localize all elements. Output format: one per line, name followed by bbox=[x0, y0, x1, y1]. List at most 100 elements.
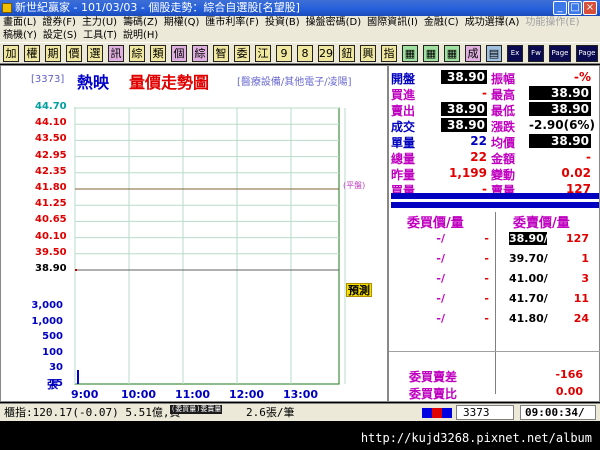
bid-price: -/ bbox=[436, 272, 445, 285]
album-url: http://kujd3268.pixnet.net/album bbox=[360, 431, 592, 445]
ask-qty: 24 bbox=[573, 312, 589, 325]
menu-item[interactable]: 操盤密碼(D) bbox=[306, 17, 362, 28]
toolbar-button[interactable]: 9 bbox=[276, 45, 292, 62]
ask-qty: 11 bbox=[573, 292, 589, 305]
volume-tick-label: 500 bbox=[42, 331, 63, 342]
price-tick-label: 43.50 bbox=[35, 133, 67, 145]
bid-header: 委買價/量 bbox=[407, 216, 464, 231]
volume-overlay-label: (委買量)委賣量 bbox=[170, 405, 223, 414]
toolbar-button[interactable]: 成 bbox=[465, 45, 481, 62]
menu-item[interactable]: 工具(T) bbox=[83, 30, 117, 41]
quote-value: 0.02 bbox=[561, 166, 591, 180]
menu-item[interactable]: 籌碼(Z) bbox=[123, 17, 158, 28]
toolbar-button[interactable]: 指 bbox=[381, 45, 397, 62]
quote-value: 38.90 bbox=[441, 102, 487, 116]
menu-item[interactable]: 金融(C) bbox=[424, 17, 459, 28]
toolbar-button[interactable]: Page bbox=[576, 45, 598, 62]
price-tick-label: 41.25 bbox=[35, 198, 67, 210]
forecast-marker[interactable]: 預測 bbox=[346, 283, 372, 297]
toolbar-button[interactable]: ▦ bbox=[402, 45, 418, 62]
toolbar-button[interactable]: 類 bbox=[150, 45, 166, 62]
ask-price: 41.00/ bbox=[509, 272, 548, 285]
toolbar-button[interactable]: ▦ bbox=[423, 45, 439, 62]
toolbar-button[interactable]: 權 bbox=[24, 45, 40, 62]
menu-item[interactable]: 設定(S) bbox=[43, 30, 77, 41]
toolbar-button[interactable]: 綜 bbox=[129, 45, 145, 62]
toolbar-button[interactable]: ▦ bbox=[444, 45, 460, 62]
ask-qty: 3 bbox=[581, 272, 589, 285]
toolbar-button[interactable]: 個 bbox=[171, 45, 187, 62]
toolbar-button[interactable]: Fw bbox=[528, 45, 544, 62]
menu-item[interactable]: 國際資訊(I) bbox=[367, 17, 418, 28]
menu-item[interactable]: 說明(H) bbox=[123, 30, 158, 41]
toolbar-button[interactable]: 訊 bbox=[108, 45, 124, 62]
bid-ask-diff-value: -166 bbox=[555, 368, 583, 381]
toolbar: 加權期價選訊綜類個綜智委江 9 8 29 鈕興指 ▦ ▦ ▦ 成 ▤ Ex Fw Page Page bbox=[0, 42, 600, 64]
price-tick-label: 38.90 bbox=[35, 263, 67, 274]
toolbar-button[interactable]: ▤ bbox=[486, 45, 502, 62]
status-bar: 櫃指:120.17(-0.07) 5.51億,買 (委買量)委賣量 2.6張/筆… bbox=[0, 403, 600, 421]
flat-price-label: (平盤) bbox=[343, 181, 366, 190]
toolbar-button[interactable]: Ex bbox=[507, 45, 523, 62]
toolbar-button[interactable]: 綜 bbox=[192, 45, 208, 62]
quote-value: - bbox=[586, 150, 591, 164]
plot-frame bbox=[74, 107, 340, 385]
toolbar-button[interactable]: 價 bbox=[66, 45, 82, 62]
price-tick-label: 40.10 bbox=[35, 230, 67, 242]
menu-item[interactable]: 投資(B) bbox=[265, 17, 300, 28]
bid-ask-diff-label: 委買賣差 bbox=[409, 370, 458, 384]
bid-ask-ratio-label: 委買賣比 bbox=[409, 387, 458, 401]
bid-price: -/ bbox=[436, 312, 445, 325]
quote-label: 買進 bbox=[391, 88, 416, 102]
menu-row-secondary: 稿機(Y) 設定(S) 工具(T) 說明(H) bbox=[3, 29, 164, 42]
clock-display: 09:00:34/ bbox=[520, 405, 596, 420]
toolbar-button[interactable]: 期 bbox=[45, 45, 61, 62]
menu-item[interactable]: 功能操作(E) bbox=[525, 17, 579, 28]
price-tick-label: 44.70 bbox=[35, 101, 67, 112]
close-button[interactable]: × bbox=[583, 1, 597, 15]
quote-label: 最低 bbox=[491, 104, 516, 118]
time-tick-label: 13:00 bbox=[283, 388, 319, 401]
toolbar-button[interactable]: 8 bbox=[297, 45, 313, 62]
time-tick-label: 9:00 bbox=[71, 388, 99, 401]
toolbar-button[interactable]: 29 bbox=[318, 45, 334, 62]
toolbar-button[interactable]: 加 bbox=[3, 45, 19, 62]
toolbar-button[interactable]: 興 bbox=[360, 45, 376, 62]
volume-unit-label: 張 bbox=[47, 378, 58, 391]
menu-item[interactable]: 稿機(Y) bbox=[3, 30, 37, 41]
bid-price: -/ bbox=[436, 232, 445, 245]
menu-item[interactable]: 期權(Q) bbox=[164, 17, 200, 28]
menu-item[interactable]: 匯市利率(F) bbox=[205, 17, 259, 28]
bid-qty: - bbox=[484, 232, 489, 245]
price-tick-label: 42.95 bbox=[35, 149, 67, 161]
minimize-button[interactable]: _ bbox=[553, 1, 567, 15]
volume-bar bbox=[77, 370, 79, 384]
toolbar-button[interactable]: 智 bbox=[213, 45, 229, 62]
status-indicator bbox=[442, 408, 452, 418]
toolbar-button[interactable]: 鈕 bbox=[339, 45, 355, 62]
chart-pane: [3373] 熱映 量價走勢圖 [醫療設備/其他電子/凌陽] 44.70 44.1… bbox=[0, 65, 388, 402]
quote-value: 38.90 bbox=[441, 70, 487, 84]
menu-item[interactable]: 畫面(L) bbox=[3, 17, 36, 28]
toolbar-button[interactable]: 委 bbox=[234, 45, 250, 62]
menu-item[interactable]: 證券(F) bbox=[42, 17, 76, 28]
menu-item[interactable]: 成功選擇(A) bbox=[465, 17, 520, 28]
menu-bar: 畫面(L) 證券(F) 主力(U) 籌碼(Z) 期權(Q) 匯市利率(F) 投資(B) 操盤密… bbox=[0, 16, 600, 42]
volume-tick-label: 1,000 bbox=[31, 315, 63, 327]
menu-row-main: 畫面(L) 證券(F) 主力(U) 籌碼(Z) 期權(Q) 匯市利率(F) 投資(B) 操盤密… bbox=[3, 16, 586, 29]
bid-price: -/ bbox=[436, 292, 445, 305]
stock-code-input[interactable]: 3373 bbox=[456, 405, 514, 420]
toolbar-button[interactable]: Page bbox=[549, 45, 571, 62]
quote-value: -% bbox=[573, 70, 591, 84]
volume-tick-label: 100 bbox=[42, 346, 63, 358]
menu-item[interactable]: 主力(U) bbox=[82, 17, 117, 28]
toolbar-button[interactable]: 選 bbox=[87, 45, 103, 62]
window-title: 新世紀贏家 - 101/03/03 - 個股走勢：綜合自選股[名望股] bbox=[15, 1, 300, 14]
toolbar-button[interactable]: 江 bbox=[255, 45, 271, 62]
per-trade-status: 2.6張/筆 bbox=[246, 406, 295, 419]
maximize-button[interactable]: □ bbox=[568, 1, 582, 15]
price-tick-label: 40.65 bbox=[35, 214, 67, 226]
price-tick-label: 41.80 bbox=[35, 182, 67, 193]
quote-label: 總量 bbox=[391, 152, 416, 166]
ask-header: 委賣價/量 bbox=[513, 216, 570, 231]
